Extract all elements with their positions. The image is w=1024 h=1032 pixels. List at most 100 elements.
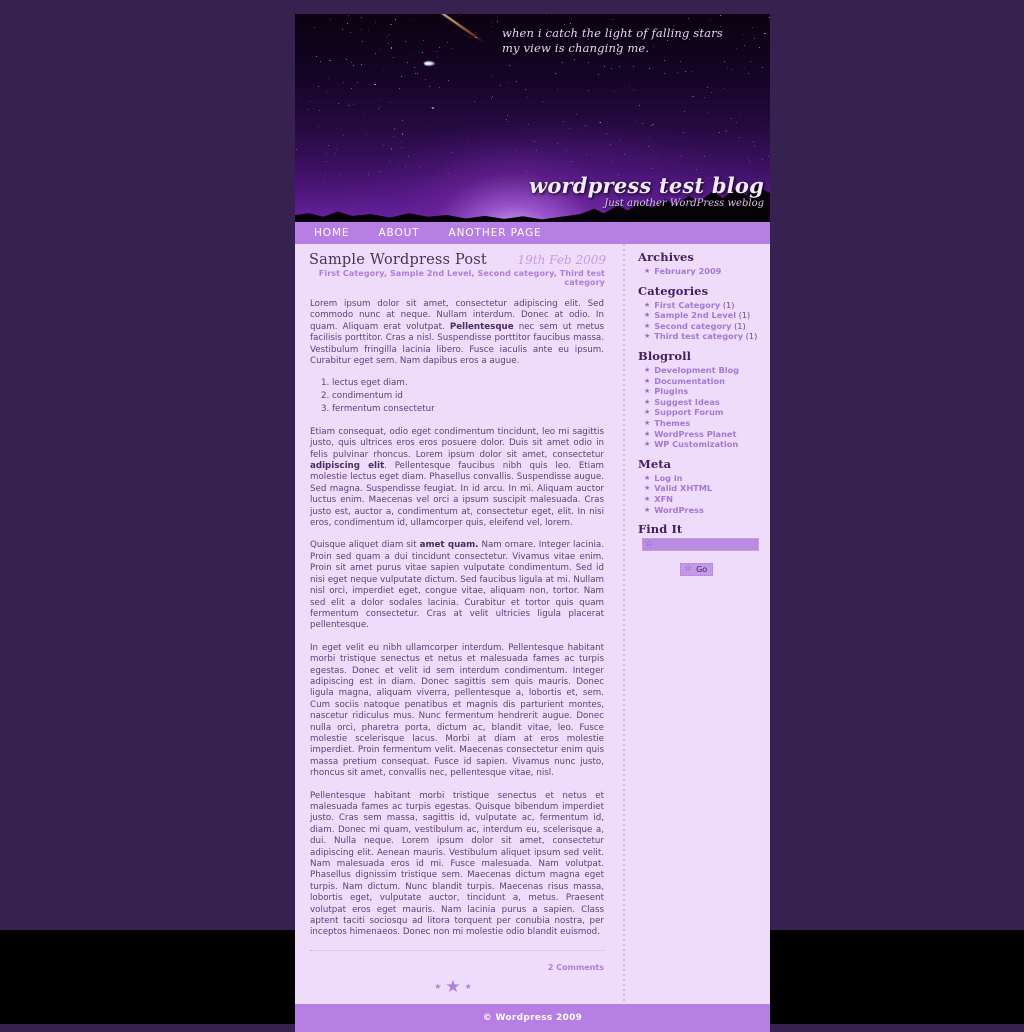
search-go-label: Go: [696, 565, 708, 575]
post-body: Lorem ipsum dolor sit amet, consectetur …: [302, 287, 608, 939]
list-item[interactable]: ★ Documentation: [644, 376, 766, 387]
widget-blogroll: Blogroll ★ Development Blog ★ Documentatio…: [636, 349, 766, 450]
search-form: ☆ ☆ Go: [636, 538, 766, 577]
category-link[interactable]: Third test category: [654, 331, 743, 341]
widget-categories: Categories ★ First Category (1) ★ Sample 2…: [636, 284, 766, 342]
star-small-right-icon: ★: [464, 981, 476, 991]
blogroll-link[interactable]: Support Forum: [654, 407, 723, 417]
list-item[interactable]: ★ WordPress: [644, 505, 766, 516]
footer-copyright: © Wordpress 2009: [482, 1012, 583, 1023]
blogroll-list: ★ Development Blog ★ Documentation ★ Plugin…: [636, 365, 766, 450]
star-bullet-icon: ★: [644, 376, 651, 385]
widget-archives: Archives ★ February 2009: [636, 250, 766, 277]
post-footer: 2 Comments: [310, 949, 604, 974]
post-paragraph-1: Lorem ipsum dolor sit amet, consectetur …: [310, 299, 604, 367]
category-count: (1): [734, 320, 746, 331]
category-count: (1): [738, 310, 751, 321]
site-tagline: Just another WordPress weblog: [604, 198, 764, 209]
post-date: 19th Feb 2009: [517, 253, 606, 267]
banner-quote-line2: my view is changing me.: [502, 40, 650, 55]
list-item[interactable]: ★ Second category (1): [644, 321, 766, 332]
archives-list: ★ February 2009: [636, 266, 766, 277]
nav-item-home[interactable]: HOME: [314, 227, 349, 239]
category-count: (1): [722, 299, 735, 310]
star-bullet-icon: ★: [644, 484, 651, 493]
post-paragraph-2: Etiam consequat, odio eget condimentum t…: [310, 427, 604, 530]
list-item[interactable]: ★ Valid XHTML: [644, 483, 766, 494]
category-count: (1): [745, 331, 758, 342]
widget-meta: Meta ★ Log in ★ Valid XHTML ★ XFN ★ WordPres…: [636, 457, 766, 515]
blogroll-link[interactable]: Development Blog: [654, 365, 739, 375]
list-item[interactable]: ★ February 2009: [644, 266, 766, 277]
list-item[interactable]: ★ WP Customization: [644, 439, 766, 450]
meta-link[interactable]: WordPress: [654, 505, 704, 515]
list-item[interactable]: ★ Third test category (1): [644, 331, 766, 342]
meta-link[interactable]: Log in: [654, 473, 682, 483]
star-bullet-icon: ★: [644, 440, 651, 449]
banner-quote: when i catch the light of falling stars …: [502, 26, 723, 55]
widget-search-title: Find It: [638, 522, 683, 537]
star-icon: ☆: [645, 539, 654, 550]
post-paragraph-4: In eget velit eu nibh ullamcorper interd…: [310, 642, 604, 779]
list-item[interactable]: ★ Log in: [644, 473, 766, 484]
category-link[interactable]: First Category: [654, 300, 720, 310]
star-bullet-icon: ★: [644, 494, 651, 503]
list-item[interactable]: ★ WordPress Planet: [644, 429, 766, 440]
comments-link[interactable]: 2 Comments: [548, 963, 604, 972]
archives-link[interactable]: February 2009: [654, 266, 721, 276]
star-divider: ★★★: [302, 974, 608, 1004]
p2-bold: adipiscing elit: [310, 461, 385, 472]
search-field-row[interactable]: ☆: [642, 538, 759, 552]
search-button-row: ☆ Go: [642, 556, 766, 577]
blogroll-link[interactable]: Suggest Ideas: [654, 397, 720, 407]
post-paragraph-5: Pellentesque habitant morbi tristique se…: [310, 790, 604, 938]
nav-item-about[interactable]: ABOUT: [378, 227, 419, 239]
widget-archives-title: Archives: [638, 250, 694, 264]
post-paragraph-3: Quisque aliquet diam sit amet quam. Nam …: [310, 540, 604, 631]
site-branding: wordpress test blog Just another WordPre…: [529, 175, 764, 210]
blogroll-link[interactable]: WordPress Planet: [654, 429, 736, 439]
categories-list: ★ First Category (1) ★ Sample 2nd Level (1…: [636, 300, 766, 342]
blogroll-link[interactable]: Themes: [654, 418, 690, 428]
category-link[interactable]: Sample 2nd Level: [654, 310, 736, 320]
list-item: condimentum id: [332, 391, 604, 403]
list-item[interactable]: ★ Plugins: [644, 386, 766, 397]
star-bullet-icon: ★: [644, 311, 651, 320]
primary-navigation[interactable]: HOME ABOUT ANOTHER PAGE: [295, 222, 770, 244]
post-categories-link[interactable]: First Category, Sample 2nd Level, Second…: [319, 269, 605, 287]
post-title[interactable]: Sample Wordpress Post: [309, 252, 487, 268]
site-title[interactable]: wordpress test blog: [529, 175, 764, 197]
column-divider: [620, 244, 628, 1004]
banner-quote-line1: when i catch the light of falling stars: [502, 26, 723, 40]
star-small-left-icon: ★: [434, 981, 446, 991]
meta-link[interactable]: XFN: [654, 494, 673, 504]
post-categories[interactable]: First Category, Sample 2nd Level, Second…: [302, 268, 608, 287]
list-item[interactable]: ★ Sample 2nd Level (1): [644, 310, 766, 321]
star-bullet-icon: ★: [644, 387, 651, 396]
widget-search: Find It ☆ ☆ Go: [636, 522, 766, 577]
list-item: fermentum consectetur: [332, 404, 604, 416]
sidebar: Archives ★ February 2009 Categories ★ Firs…: [628, 244, 770, 1004]
category-link[interactable]: Second category: [654, 321, 731, 331]
star-bullet-icon: ★: [644, 408, 651, 417]
star-bullet-icon: ★: [644, 321, 651, 330]
meta-link[interactable]: Valid XHTML: [654, 483, 712, 493]
blogroll-link[interactable]: WP Customization: [654, 439, 738, 449]
blogroll-link[interactable]: Plugins: [654, 386, 688, 396]
star-bullet-icon: ★: [644, 365, 651, 374]
list-item[interactable]: ★ XFN: [644, 494, 766, 505]
widget-meta-title: Meta: [638, 456, 672, 471]
star-icon: ☆: [684, 564, 693, 575]
star-bullet-icon: ★: [644, 418, 651, 427]
nav-item-another-page[interactable]: ANOTHER PAGE: [449, 227, 542, 239]
list-item[interactable]: ★ Support Forum: [644, 407, 766, 418]
list-item[interactable]: ★ Suggest Ideas: [644, 397, 766, 408]
list-item[interactable]: ★ Development Blog: [644, 365, 766, 376]
star-bullet-icon: ★: [644, 397, 651, 406]
blogroll-link[interactable]: Documentation: [654, 376, 725, 386]
list-item[interactable]: ★ First Category (1): [644, 300, 766, 311]
list-item[interactable]: ★ Themes: [644, 418, 766, 429]
p2-text-before: Etiam consequat, odio eget condimentum t…: [310, 426, 604, 460]
search-go-button[interactable]: ☆ Go: [680, 563, 714, 577]
search-input[interactable]: [656, 539, 758, 551]
